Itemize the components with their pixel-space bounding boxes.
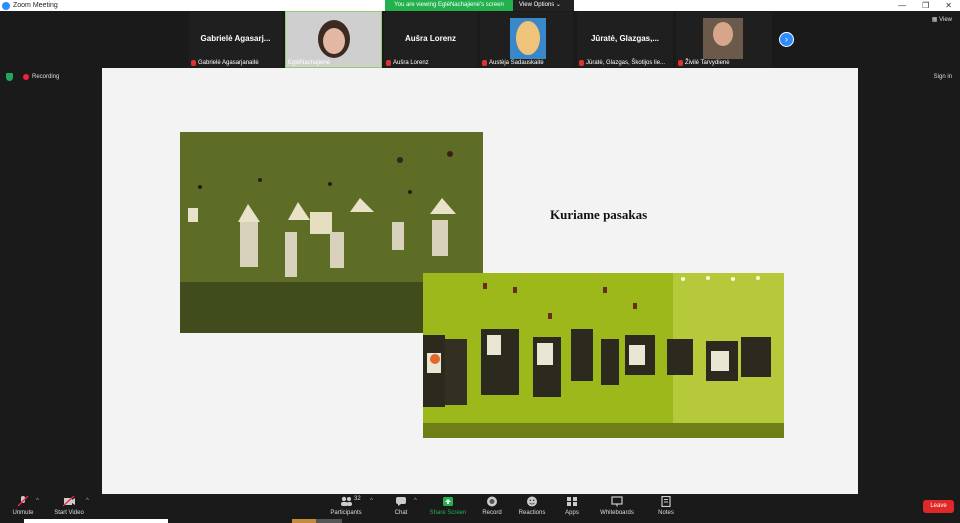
whiteboard-icon (611, 496, 623, 507)
zoom-logo-icon (2, 1, 10, 10)
zoom-window: Zoom Meeting — ❐ ✕ You are viewing EglėN… (0, 0, 960, 523)
participant-tile[interactable]: Aušra Lorenz Aušra Lorenz (384, 12, 477, 67)
unmute-button[interactable]: Unmute (8, 496, 38, 516)
video-options-caret[interactable]: ^ (86, 498, 89, 504)
notes-icon (661, 496, 671, 507)
participant-label: EglėNachajienė (288, 60, 331, 66)
participant-tile[interactable]: Austėja Sadauskaitė (480, 12, 573, 67)
participant-label: Živilė Tarvydienė (678, 60, 730, 66)
photo-gallery-wall-art (423, 273, 784, 438)
view-options-button[interactable]: View Options ⌄ (513, 0, 574, 11)
mic-muted-icon (386, 60, 391, 66)
participant-face (713, 22, 733, 46)
mic-muted-icon (579, 60, 584, 66)
security-shield-icon[interactable] (6, 73, 13, 81)
participants-icon (341, 496, 352, 506)
notes-button[interactable]: Notes (654, 496, 678, 516)
chat-icon (396, 497, 406, 506)
participant-tile-active[interactable]: EglėNachajienė (285, 11, 382, 68)
whiteboards-button[interactable]: Whiteboards (597, 496, 637, 516)
view-button[interactable]: ▦ View (932, 16, 952, 23)
share-screen-button[interactable]: Share Screen (428, 496, 468, 516)
record-icon (487, 496, 497, 507)
participant-face (516, 21, 540, 55)
mic-muted-icon (17, 496, 29, 507)
taskbar-strip (24, 519, 168, 523)
chat-button[interactable]: Chat (390, 496, 412, 516)
reactions-button[interactable]: Reactions (517, 496, 547, 516)
participant-label: Gabrielė Agasarjanaitė (191, 60, 259, 66)
viewing-screen-label: You are viewing EglėNachajienė's screen (385, 0, 513, 11)
taskbar-fill (292, 519, 316, 523)
minimize-button[interactable]: — (898, 1, 906, 10)
chat-caret[interactable]: ^ (414, 498, 417, 504)
close-button[interactable]: ✕ (945, 1, 952, 10)
record-button[interactable]: Record (480, 496, 504, 516)
shared-screen: Kuriame pasakas (102, 68, 858, 494)
apps-icon (567, 497, 577, 506)
share-screen-icon (443, 497, 453, 506)
leave-button[interactable]: Leave (923, 500, 954, 513)
recording-dot-icon (23, 74, 29, 80)
participant-tile[interactable]: Gabrielė Agasarj... Gabrielė Agasarjanai… (189, 12, 282, 67)
sign-in-link[interactable]: Sign in (934, 74, 952, 80)
photo-gallery-wall (423, 273, 784, 438)
audio-options-caret[interactable]: ^ (36, 498, 39, 504)
participant-label: Aušra Lorenz (386, 60, 429, 66)
participant-tile[interactable]: Jūratė, Glazgas,... Jūratė, Glazgas, Ško… (577, 12, 673, 67)
participants-count: 32 (354, 496, 361, 502)
recording-indicator[interactable]: Recording (23, 74, 59, 80)
mic-muted-icon (191, 60, 196, 66)
start-video-button[interactable]: Start Video (52, 496, 86, 516)
share-banner: You are viewing EglėNachajienė's screen … (385, 0, 574, 11)
participant-label: Austėja Sadauskaitė (482, 60, 544, 66)
taskbar-strip-2 (292, 519, 342, 523)
participant-name: Aušra Lorenz (404, 34, 457, 43)
participant-label: Jūratė, Glazgas, Škotijos lie... (579, 60, 665, 66)
apps-button[interactable]: Apps (562, 496, 582, 516)
next-page-button[interactable]: › (779, 32, 794, 47)
participant-name: Jūratė, Glazgas,... (590, 34, 660, 43)
mic-muted-icon (678, 60, 683, 66)
participant-name: Gabrielė Agasarj... (200, 34, 271, 43)
participant-tile[interactable]: Živilė Tarvydienė (676, 12, 772, 67)
participant-strip: Gabrielė Agasarj... Gabrielė Agasarjanai… (0, 11, 960, 68)
smiley-icon (527, 496, 537, 507)
video-off-icon (63, 496, 75, 507)
participant-face (323, 28, 345, 54)
window-controls: — ❐ ✕ (898, 0, 952, 11)
restore-button[interactable]: ❐ (922, 1, 929, 10)
mic-muted-icon (482, 60, 487, 66)
window-title: Zoom Meeting (13, 2, 58, 9)
slide-title: Kuriame pasakas (550, 207, 648, 222)
participants-caret[interactable]: ^ (370, 498, 373, 504)
chevron-right-icon: › (785, 34, 788, 44)
